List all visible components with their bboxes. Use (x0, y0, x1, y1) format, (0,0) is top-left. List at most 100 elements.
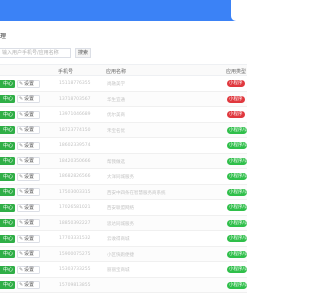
column-header-app-type: 应用类型 (226, 69, 247, 75)
table-row: 中心✎设置 17026581021 西安联盟网络 小程序/公众号 (0, 200, 247, 216)
phone-cell: 15303733255 (59, 267, 91, 272)
table-row: 中心✎设置 15900075275 小区快跑便捷 小程序/公众号 (0, 246, 247, 262)
settings-label: 设置 (24, 127, 35, 133)
settings-label: 设置 (24, 282, 35, 288)
settings-label: 设置 (24, 96, 35, 102)
phone-cell: 13718703567 (59, 96, 91, 102)
center-button[interactable]: 中心 (0, 172, 15, 181)
center-button[interactable]: 中心 (0, 281, 15, 289)
table-row: 中心✎设置 15303733255 丽丽宝商城 小程序/公众号 (0, 262, 247, 278)
settings-button[interactable]: ✎设置 (17, 203, 40, 212)
phone-cell: 18420350666 (59, 158, 91, 164)
settings-button[interactable]: ✎设置 (17, 141, 40, 150)
phone-cell: 18850392227 (59, 220, 91, 226)
app-name-cell: 优尔美商 (107, 113, 125, 118)
settings-button[interactable]: ✎设置 (17, 79, 40, 88)
app-type-badge: 小程序/公众号 (227, 142, 247, 149)
table-row: 中心✎设置 18723774150 禾宝名优 小程序/公众号 (0, 122, 247, 138)
search-input[interactable] (0, 48, 71, 58)
app-type-badge: 小程序/公众号 (227, 173, 247, 180)
table-row: 中心✎设置 18420350666 帮我做选 小程序/公众号 (0, 153, 247, 169)
app-name-cell: 西安联盟网络 (107, 206, 134, 211)
table-row: 中心 ✎设置 15118776355 尚融美学 小程序 (0, 76, 247, 92)
table-row: 中心 ✎设置 13971046689 优尔美商 小程序 (0, 107, 247, 123)
app-type-badge: 小程序 (227, 95, 245, 103)
phone-cell: 17503003315 (59, 189, 91, 195)
center-button[interactable]: 中心 (0, 95, 15, 103)
app-type-badge: 小程序/公众号 (227, 219, 247, 227)
app-name-cell: 尚融美学 (107, 82, 125, 87)
app-type-badge: 小程序 (227, 111, 245, 118)
column-header-app-name: 应用名称 (106, 69, 127, 75)
center-button[interactable]: 中心 (0, 157, 15, 165)
search-bar: 搜索 (0, 48, 247, 59)
page-title: 理 (0, 33, 7, 40)
center-button[interactable]: 中心 (0, 126, 15, 134)
center-button[interactable]: 中心 (0, 79, 15, 88)
table-row: 中心 ✎设置 13718703567 华生宜通 小程序 (0, 91, 247, 107)
center-button[interactable]: 中心 (0, 250, 15, 258)
settings-label: 设置 (24, 220, 35, 226)
phone-cell: 18682826566 (59, 174, 91, 179)
settings-label: 设置 (24, 158, 35, 164)
settings-button[interactable]: ✎设置 (17, 188, 40, 196)
app-name-cell: 大洋同城服务 (107, 175, 134, 180)
settings-button[interactable]: ✎设置 (17, 95, 40, 103)
app-name-cell: 西安中四条在智慧服务商系统 (107, 190, 166, 196)
app-type-badge: 小程序/公众号 (227, 157, 247, 165)
settings-button[interactable]: ✎设置 (17, 250, 40, 258)
top-bar (0, 0, 247, 21)
settings-button[interactable]: ✎设置 (17, 265, 40, 274)
settings-button[interactable]: ✎设置 (17, 219, 40, 227)
phone-cell: 18723774150 (59, 127, 91, 133)
search-button[interactable]: 搜索 (75, 48, 91, 58)
settings-button[interactable]: ✎设置 (17, 234, 40, 243)
center-button[interactable]: 中心 (0, 110, 15, 119)
phone-cell: 15709813855 (59, 282, 91, 288)
phone-cell: 15118776355 (59, 81, 91, 86)
app-table: 手机号 应用名称 应用类型 中心 ✎设置 15118776355 尚融美学 小程序 中心 ✎… (0, 64, 247, 293)
app-name-cell: 小区快跑便捷 (107, 252, 134, 258)
settings-button[interactable]: ✎设置 (17, 172, 40, 181)
phone-cell: 17703331532 (59, 236, 91, 241)
phone-cell: 13971046689 (59, 112, 91, 117)
settings-button[interactable]: ✎设置 (17, 110, 40, 119)
app-name-cell: 帮我做选 (107, 159, 125, 165)
settings-label: 设置 (24, 235, 35, 242)
settings-button[interactable]: ✎设置 (17, 157, 40, 165)
center-button[interactable]: 中心 (0, 234, 15, 243)
app-type-badge: 小程序 (227, 80, 245, 87)
settings-label: 设置 (24, 266, 35, 273)
app-type-badge: 小程序/公众号 (227, 126, 247, 134)
center-button[interactable]: 中心 (0, 219, 15, 227)
center-button[interactable]: 中心 (0, 141, 15, 150)
app-type-badge: 小程序/公众号 (227, 188, 247, 196)
center-button[interactable]: 中心 (0, 265, 15, 274)
app-type-badge: 小程序/公众号 (227, 204, 247, 211)
phone-cell: 18602339574 (59, 143, 91, 148)
settings-button[interactable]: ✎设置 (17, 281, 40, 289)
table-header: 手机号 应用名称 应用类型 (0, 64, 247, 76)
center-button[interactable]: 中心 (0, 203, 15, 212)
column-header-phone: 手机号 (58, 69, 74, 75)
settings-button[interactable]: ✎设置 (17, 126, 40, 134)
table-row: 中心✎设置 15709813855 小程序/公众号 (0, 277, 247, 293)
settings-label: 设置 (24, 204, 35, 211)
settings-label: 设置 (24, 251, 35, 257)
top-bar-corner (231, 0, 247, 21)
phone-cell: 17026581021 (59, 205, 91, 210)
table-row: 中心✎设置 18602339574 小程序/公众号 (0, 138, 247, 154)
table-row: 中心✎设置 17503003315 西安中四条在智慧服务商系统 小程序/公众号 (0, 184, 247, 200)
phone-cell: 15900075275 (59, 251, 91, 257)
table-row: 中心✎设置 17703331532 云收得商城 小程序/公众号 (0, 231, 247, 247)
center-button[interactable]: 中心 (0, 188, 15, 196)
app-name-cell: 云收得商城 (107, 237, 130, 242)
app-name-cell: 思达同城服务 (107, 221, 134, 227)
app-name-cell: 丽丽宝商城 (107, 268, 130, 273)
settings-label: 设置 (24, 189, 35, 195)
app-type-badge: 小程序/公众号 (227, 266, 247, 273)
settings-label: 设置 (24, 173, 35, 180)
app-type-badge: 小程序/公众号 (227, 281, 247, 289)
table-row: 中心✎设置 18850392227 思达同城服务 小程序/公众号 (0, 215, 247, 231)
app-type-badge: 小程序/公众号 (227, 235, 247, 242)
